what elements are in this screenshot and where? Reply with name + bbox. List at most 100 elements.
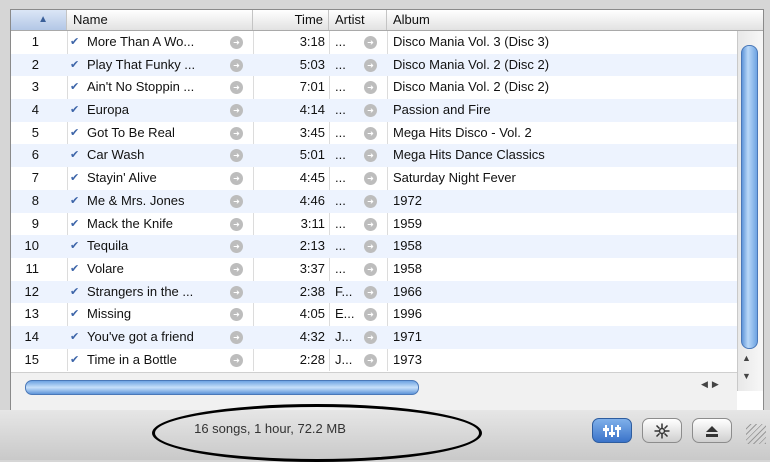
checkbox-icon[interactable]: ✔ (70, 235, 82, 258)
song-artist: J... (335, 328, 353, 344)
checkbox-icon[interactable]: ✔ (70, 76, 82, 99)
song-name: Me & Mrs. Jones (87, 192, 185, 208)
song-time: 5:01 (299, 147, 325, 163)
link-arrow-icon[interactable]: ➜ (230, 194, 243, 208)
link-arrow-icon[interactable]: ➜ (364, 262, 377, 276)
scroll-left-icon[interactable]: ◀ (701, 379, 712, 389)
song-name: Mack the Knife (87, 215, 173, 231)
table-row[interactable]: 9 ✔ Mack the Knife ➜ 3:11... ➜ 1959 (11, 213, 737, 236)
song-time: 4:46 (299, 192, 325, 208)
name-column-header[interactable]: Name (67, 10, 253, 30)
song-time: 4:32 (299, 328, 325, 344)
link-arrow-icon[interactable]: ➜ (364, 36, 377, 49)
link-arrow-icon[interactable]: ➜ (364, 58, 377, 72)
song-artist: ... (335, 238, 346, 254)
link-arrow-icon[interactable]: ➜ (364, 172, 377, 186)
song-time: 4:14 (299, 102, 325, 118)
table-row[interactable]: 2 ✔ Play That Funky ... ➜ 5:03... ➜ Disco Mani… (11, 53, 737, 77)
link-arrow-icon[interactable]: ➜ (230, 58, 243, 72)
link-arrow-icon[interactable]: ➜ (230, 104, 243, 118)
table-row[interactable]: 5 ✔ Got To Be Real ➜ 3:45... ➜ Mega Hits Disco… (11, 122, 737, 145)
table-row[interactable]: 7 ✔ Stayin' Alive ➜ 4:45... ➜ Saturday Night F… (11, 167, 737, 190)
checkbox-icon[interactable]: ✔ (70, 99, 82, 122)
link-arrow-icon[interactable]: ➜ (364, 353, 377, 367)
table-row[interactable]: 1 ✔ More Than A Wo... ➜ 3:18... ➜ Disco Mania … (11, 31, 737, 54)
equalizer-button[interactable] (592, 418, 632, 443)
scroll-down-icon[interactable]: ▼ (742, 371, 751, 381)
link-arrow-icon[interactable]: ➜ (364, 330, 377, 344)
checkbox-icon[interactable]: ✔ (70, 31, 82, 54)
checkbox-icon[interactable]: ✔ (70, 213, 82, 236)
song-list-window: ▲ Name Time Artist Album 1 ✔ More Than A W… (10, 9, 764, 411)
vertical-scroll-thumb[interactable] (741, 45, 758, 349)
link-arrow-icon[interactable]: ➜ (364, 240, 377, 254)
checkbox-icon[interactable]: ✔ (70, 122, 82, 145)
song-artist: ... (335, 147, 346, 163)
link-arrow-icon[interactable]: ➜ (230, 217, 243, 231)
table-row[interactable]: 14 ✔ You've got a friend ➜ 4:32 J... ➜ 1971 (11, 325, 737, 349)
song-album: Disco Mania Vol. 2 (Disc 2) (393, 56, 550, 72)
track-number: 12 (24, 283, 39, 299)
song-time: 2:38 (299, 283, 325, 299)
song-time: 2:28 (299, 351, 325, 367)
checkbox-icon[interactable]: ✔ (70, 190, 82, 213)
scroll-right-icon[interactable]: ▶ (712, 379, 723, 389)
table-row[interactable]: 6 ✔ Car Wash ➜ 5:01... ➜ Mega Hits Dance Class… (11, 144, 737, 168)
song-name: Missing (87, 306, 132, 322)
time-column-header[interactable]: Time (253, 10, 329, 30)
song-album: 1958 (393, 238, 422, 254)
table-row[interactable]: 8 ✔ Me & Mrs. Jones ➜ 4:46... ➜ 1972 (11, 189, 737, 213)
horizontal-scroll-thumb[interactable] (25, 380, 419, 395)
song-name: Car Wash (87, 147, 145, 163)
eject-icon (706, 425, 718, 437)
song-artist: ... (335, 192, 346, 208)
checkbox-icon[interactable]: ✔ (70, 281, 82, 304)
link-arrow-icon[interactable]: ➜ (364, 194, 377, 208)
link-arrow-icon[interactable]: ➜ (230, 126, 243, 140)
song-artist: ... (335, 260, 346, 276)
link-arrow-icon[interactable]: ➜ (230, 36, 243, 49)
scroll-up-icon[interactable]: ▲ (742, 353, 751, 363)
checkbox-icon[interactable]: ✔ (70, 144, 82, 167)
checkbox-icon[interactable]: ✔ (70, 167, 82, 190)
link-arrow-icon[interactable]: ➜ (230, 285, 243, 299)
link-arrow-icon[interactable]: ➜ (230, 262, 243, 276)
link-arrow-icon[interactable]: ➜ (230, 308, 243, 322)
checkbox-icon[interactable]: ✔ (70, 349, 82, 371)
song-table: 1 ✔ More Than A Wo... ➜ 3:18... ➜ Disco Mania … (11, 31, 737, 371)
table-row[interactable]: 13 ✔ Missing ➜ 4:05 E... ➜ 1996 (11, 303, 737, 326)
checkbox-icon[interactable]: ✔ (70, 258, 82, 281)
checkbox-icon[interactable]: ✔ (70, 54, 82, 77)
table-row[interactable]: 11 ✔ Volare ➜ 3:37... ➜ 1958 (11, 258, 737, 281)
link-arrow-icon[interactable]: ➜ (364, 126, 377, 140)
link-arrow-icon[interactable]: ➜ (364, 217, 377, 231)
link-arrow-icon[interactable]: ➜ (364, 104, 377, 118)
link-arrow-icon[interactable]: ➜ (230, 330, 243, 344)
album-column-header[interactable]: Album (387, 10, 747, 30)
table-row[interactable]: 3 ✔ Ain't No Stoppin ... ➜ 7:01... ➜ Disco Man… (11, 76, 737, 99)
table-row[interactable]: 4 ✔ Europa ➜ 4:14... ➜ Passion and Fire (11, 99, 737, 122)
link-arrow-icon[interactable]: ➜ (230, 81, 243, 95)
link-arrow-icon[interactable]: ➜ (230, 353, 243, 367)
table-row[interactable]: 12 ✔ Strangers in the ... ➜ 2:38 F... ➜ 1966 (11, 280, 737, 304)
link-arrow-icon[interactable]: ➜ (364, 285, 377, 299)
checkbox-icon[interactable]: ✔ (70, 303, 82, 326)
eject-button[interactable] (692, 418, 732, 443)
vertical-scrollbar[interactable]: ▲ ▼ (737, 31, 763, 391)
link-arrow-icon[interactable]: ➜ (364, 308, 377, 322)
link-arrow-icon[interactable]: ➜ (364, 81, 377, 95)
link-arrow-icon[interactable]: ➜ (230, 172, 243, 186)
table-row[interactable]: 15 ✔ Time in a Bottle ➜ 2:28 J... ➜ 1973 (11, 349, 737, 371)
horizontal-scroll-arrows[interactable]: ◀▶ (701, 379, 723, 390)
checkbox-icon[interactable]: ✔ (70, 326, 82, 349)
sort-indicator-header[interactable]: ▲ (11, 10, 67, 30)
artist-column-header[interactable]: Artist (329, 10, 387, 30)
link-arrow-icon[interactable]: ➜ (364, 149, 377, 163)
track-number: 7 (31, 170, 39, 186)
link-arrow-icon[interactable]: ➜ (230, 149, 243, 163)
table-row[interactable]: 10 ✔ Tequila ➜ 2:13... ➜ 1958 (11, 235, 737, 258)
visualizer-button[interactable] (642, 418, 682, 443)
annotation-ellipse (152, 404, 482, 462)
resize-grip[interactable] (746, 424, 766, 444)
link-arrow-icon[interactable]: ➜ (230, 240, 243, 254)
